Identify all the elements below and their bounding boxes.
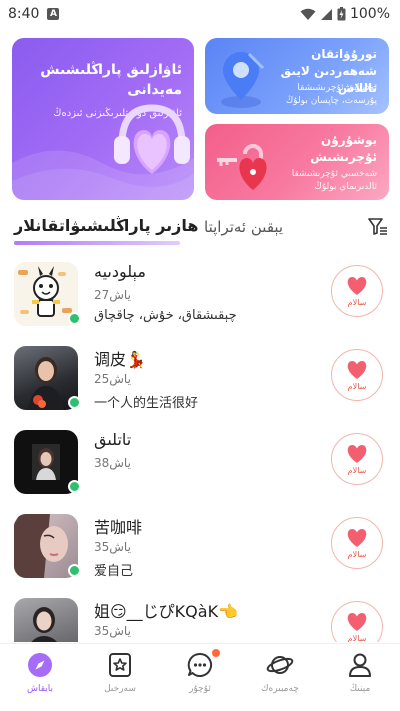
say-hello-label: سالام: [347, 633, 367, 643]
signal-icon: [320, 8, 332, 20]
say-hello-label: سالام: [347, 549, 367, 559]
nav-square-label: سەرخىل: [104, 684, 136, 694]
active-tab-indicator: [14, 241, 180, 245]
status-time: 8:40: [8, 6, 40, 22]
status-right: 100%: [300, 6, 390, 22]
wifi-icon: [300, 8, 316, 20]
filter-icon[interactable]: [368, 217, 388, 237]
say-hello-button[interactable]: سالام: [331, 349, 383, 401]
planet-icon: [266, 656, 294, 674]
voice-room-banner[interactable]: ئاۋازلىق پاراڭلىشىش مەيدانى ئاۋازلىق دوس…: [12, 38, 194, 200]
tab-row: ھازىر پاراڭلىشىۋاتقانلار يېقىن ئەتراپتا: [0, 208, 400, 248]
unread-badge: [212, 649, 220, 657]
smart-match-subtitle: ئەقىللىق ئۇچرىشىشقا پۇرسەت، چاپسان بولۇڭ: [285, 83, 377, 106]
heart-icon: [347, 612, 367, 631]
user-name: 苦咖啡: [94, 518, 143, 537]
online-indicator: [68, 480, 81, 493]
avatar[interactable]: [14, 598, 78, 642]
user-name: تاتلىق: [94, 430, 132, 449]
say-hello-button[interactable]: سالام: [331, 601, 383, 642]
private-date-banner[interactable]: يوشۇرۇن ئۇچرىشىش شەخسىي ئۇچرىشىشقا ئالدى…: [205, 124, 389, 200]
online-indicator: [68, 564, 81, 577]
say-hello-label: سالام: [347, 297, 367, 307]
list-item[interactable]: 姐😏__じぴKQàK👈 35ياش سالام: [0, 586, 400, 642]
user-bio: 一个人的生活很好: [94, 396, 199, 411]
nav-messages-label: ئۇچۇر: [189, 684, 211, 694]
user-age: 35ياش: [94, 540, 131, 554]
nav-square[interactable]: سەرخىل: [80, 652, 160, 708]
photo-avatar: [31, 607, 57, 642]
list-item[interactable]: مېلودىيە 27ياش چېقىشقاق، خۇش، چاقچاق سال…: [0, 250, 400, 334]
heart-icon: [347, 360, 367, 379]
list-item[interactable]: تاتلىق 38ياش سالام: [0, 418, 400, 502]
heart-icon: [347, 444, 367, 463]
nav-me-label: مېنىڭ: [349, 684, 371, 694]
user-bio: 爱自己: [94, 564, 134, 579]
user-name: مېلودىيە: [94, 262, 146, 281]
status-left: 8:40 A: [8, 6, 60, 22]
battery-level: 100%: [349, 6, 390, 22]
user-name: 姐😏__じぴKQàK👈: [94, 602, 238, 621]
private-date-subtitle: شەخسىي ئۇچرىشىشقا ئالدىرىماي بولۇڭ: [291, 169, 377, 192]
nav-discover[interactable]: بايقاش: [0, 652, 80, 708]
heart-lock-icon: [217, 144, 267, 190]
person-icon: [349, 653, 371, 677]
chat-bubble-icon: [187, 652, 212, 677]
user-list[interactable]: مېلودىيە 27ياش چېقىشقاق، خۇش، چاقچاق سال…: [0, 250, 400, 642]
list-item[interactable]: 调皮💃 25ياش 一个人的生活很好 سالام: [0, 334, 400, 418]
online-indicator: [68, 312, 81, 325]
say-hello-label: سالام: [347, 465, 367, 475]
say-hello-label: سالام: [347, 381, 367, 391]
nav-discover-label: بايقاش: [26, 684, 54, 694]
list-item[interactable]: 苦咖啡 35ياش 爱自己 سالام: [0, 502, 400, 586]
nav-messages[interactable]: ئۇچۇر: [160, 649, 240, 708]
voice-room-title: ئاۋازلىق پاراڭلىشىش مەيدانى: [40, 62, 182, 98]
notification-icon: A: [47, 8, 60, 20]
battery-icon: [337, 7, 346, 21]
heart-icon: [347, 528, 367, 547]
bottom-nav: بايقاش سەرخىل ئۇچۇر چەمبىرەك مېنىڭ: [0, 643, 400, 711]
user-age: 35ياش: [94, 624, 131, 638]
user-bio: چېقىشقاق، خۇش، چاقچاق: [94, 308, 237, 323]
heart-icon: [347, 276, 367, 295]
compass-icon: [28, 653, 52, 677]
user-age: 38ياش: [94, 456, 131, 470]
star-card-icon: [109, 653, 131, 677]
say-hello-button[interactable]: سالام: [331, 433, 383, 485]
private-date-title: يوشۇرۇن ئۇچرىشىش: [310, 133, 377, 164]
nav-me[interactable]: مېنىڭ: [320, 652, 400, 708]
user-name: 调皮💃: [94, 350, 146, 369]
status-bar: 8:40 A 100%: [0, 0, 400, 28]
user-age: 25ياش: [94, 372, 131, 386]
smart-match-banner[interactable]: تورۇۋاتقان شەھەردىن لايىق تاللاش ئەقىللى…: [205, 38, 389, 114]
nav-planet-label: چەمبىرەك: [261, 684, 299, 694]
location-pin-icon: [221, 52, 265, 108]
tab-nearby[interactable]: يېقىن ئەتراپتا: [204, 218, 283, 236]
tab-online-now[interactable]: ھازىر پاراڭلىشىۋاتقانلار: [14, 216, 198, 235]
say-hello-button[interactable]: سالام: [331, 265, 383, 317]
say-hello-button[interactable]: سالام: [331, 517, 383, 569]
user-age: 27ياش: [94, 288, 131, 302]
heart-headphones-icon: [114, 104, 190, 174]
nav-planet[interactable]: چەمبىرەك: [240, 652, 320, 708]
online-indicator: [68, 396, 81, 409]
